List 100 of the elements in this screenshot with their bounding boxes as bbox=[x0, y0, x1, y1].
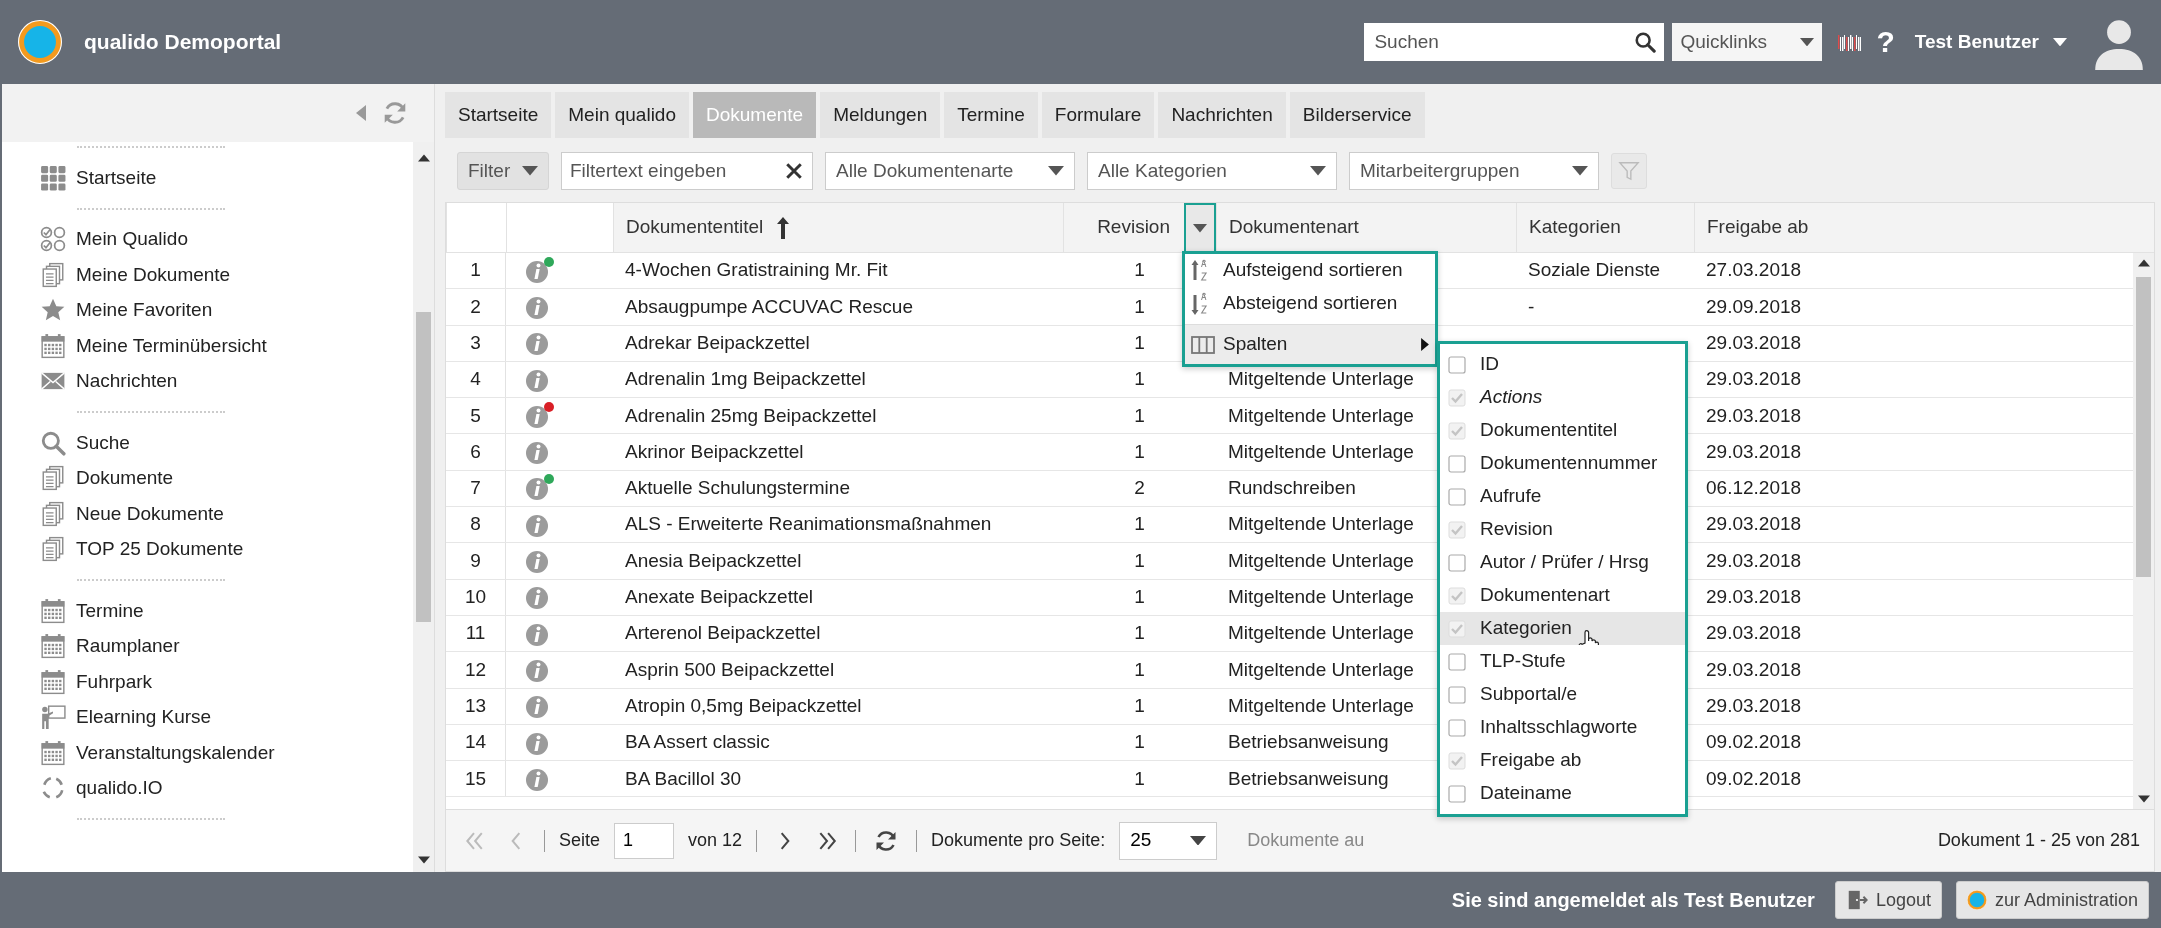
table-cell[interactable]: Adrenalin 25mg Beipackzettel bbox=[625, 401, 877, 431]
table-cell-text: 1 bbox=[1134, 548, 1145, 573]
column-option[interactable]: ID bbox=[1440, 348, 1685, 381]
checkbox[interactable] bbox=[1448, 553, 1466, 572]
filter-apply-button[interactable] bbox=[1611, 153, 1647, 189]
column-header[interactable]: Revision bbox=[1063, 203, 1216, 252]
tab[interactable]: Mein qualido bbox=[555, 92, 689, 138]
table-cell[interactable]: Adrenalin 1mg Beipackzettel bbox=[625, 365, 866, 394]
sidebar-item[interactable]: TOP 25 Dokumente bbox=[40, 531, 413, 567]
table-cell[interactable]: BA Bacillol 30 bbox=[625, 764, 742, 794]
row-number: 15 bbox=[446, 761, 506, 797]
column-option[interactable]: Actions bbox=[1440, 381, 1685, 414]
column-option[interactable]: Autor / Prüfer / Hrsg bbox=[1440, 546, 1685, 579]
table-cell[interactable]: Aktuelle Schulungstermine bbox=[625, 474, 850, 503]
column-header[interactable]: Freigabe ab bbox=[1694, 203, 2154, 252]
table-cell[interactable]: Asprin 500 Beipackzettel bbox=[625, 655, 835, 685]
column-option[interactable]: Dokumententitel bbox=[1440, 414, 1685, 447]
column-option[interactable]: Inhaltsschlagworte bbox=[1440, 711, 1685, 744]
page-size-select[interactable]: 25 bbox=[1119, 821, 1218, 860]
column-option[interactable]: Freigabe ab bbox=[1440, 744, 1685, 777]
row-number: 6 bbox=[446, 434, 506, 470]
sidebar-item[interactable]: Fuhrpark bbox=[40, 664, 413, 700]
menu-item[interactable]: Aufsteigend sortieren bbox=[1185, 254, 1435, 287]
sidebar-item[interactable]: Meine Dokumente bbox=[40, 257, 413, 293]
filter-select[interactable]: Alle Kategorien bbox=[1087, 152, 1337, 190]
table-cell-text: 1 bbox=[1134, 693, 1145, 718]
sidebar-item[interactable]: Nachrichten bbox=[40, 363, 413, 399]
table-cell[interactable]: Atropin 0,5mg Beipackzettel bbox=[625, 691, 862, 721]
checkbox[interactable] bbox=[1448, 652, 1466, 671]
filter-text-field[interactable]: Filtertext eingeben bbox=[561, 152, 813, 190]
filter-button[interactable]: Filter bbox=[457, 152, 549, 190]
sidebar-item[interactable]: Raumplaner bbox=[40, 628, 413, 664]
calendar-icon bbox=[40, 597, 66, 624]
tab[interactable]: Bilderservice bbox=[1289, 92, 1425, 138]
checkbox[interactable] bbox=[1448, 784, 1466, 803]
table-cell-text: 1 bbox=[1134, 367, 1145, 392]
sidebar-item[interactable]: Meine Terminübersicht bbox=[40, 328, 413, 364]
help-button[interactable]: ? bbox=[1876, 27, 1895, 57]
table-cell-text: Mitgeltende Unterlage bbox=[1228, 657, 1414, 682]
quicklinks-select[interactable]: Quicklinks bbox=[1672, 23, 1823, 61]
sidebar-item[interactable]: Veranstaltungskalender bbox=[40, 735, 413, 771]
sidebar-item[interactable]: qualido.IO bbox=[40, 770, 413, 806]
page-input[interactable]: 1 bbox=[614, 822, 675, 859]
filter-select[interactable]: Alle Dokumentenarte bbox=[825, 152, 1075, 190]
column-menu-button[interactable] bbox=[1184, 203, 1216, 254]
tab[interactable]: Nachrichten bbox=[1158, 92, 1286, 138]
column-header[interactable]: Kategorien bbox=[1516, 203, 1694, 252]
user-menu[interactable]: Test Benutzer bbox=[1914, 27, 2067, 57]
checkbox[interactable] bbox=[1448, 355, 1466, 374]
sidebar-item[interactable]: Startseite bbox=[40, 160, 413, 196]
sidebar-item[interactable]: Neue Dokumente bbox=[40, 496, 413, 532]
column-option[interactable]: Dokumentennummer bbox=[1440, 447, 1685, 480]
table-cell[interactable]: 4-Wochen Gratistraining Mr. Fit bbox=[625, 256, 888, 285]
tab[interactable]: Meldungen bbox=[820, 92, 941, 138]
logout-button[interactable]: Logout bbox=[1834, 881, 1942, 919]
tab[interactable]: Formulare bbox=[1041, 92, 1155, 138]
column-option[interactable]: Dateiname bbox=[1440, 777, 1685, 810]
tab[interactable]: Startseite bbox=[445, 92, 552, 138]
sidebar-item[interactable]: Termine bbox=[40, 593, 413, 629]
table-cell-text: 29.09.2018 bbox=[1706, 294, 1802, 319]
table-cell[interactable]: Anesia Beipackzettel bbox=[625, 546, 802, 576]
table-cell-text: 29.03.2018 bbox=[1706, 585, 1802, 610]
sidebar-item[interactable]: Elearning Kurse bbox=[40, 699, 413, 735]
column-option[interactable]: Revision bbox=[1440, 513, 1685, 546]
sidebar-item[interactable]: Dokumente bbox=[40, 460, 413, 496]
column-option[interactable]: Aufrufe bbox=[1440, 480, 1685, 513]
column-header[interactable]: Dokumententitel bbox=[613, 203, 1063, 252]
table-cell[interactable]: ALS - Erweiterte Reanimationsmaßnahmen bbox=[625, 510, 992, 539]
search-field[interactable]: Suchen bbox=[1364, 23, 1665, 61]
logo-icon bbox=[1966, 890, 1987, 910]
table-cell[interactable]: BA Assert classic bbox=[625, 728, 770, 757]
admin-button[interactable]: zur Administration bbox=[1955, 881, 2149, 919]
row-number: 9 bbox=[446, 543, 506, 579]
tab[interactable]: Termine bbox=[944, 92, 1038, 138]
checkbox[interactable] bbox=[1448, 487, 1466, 506]
sidebar-item[interactable]: Meine Favoriten bbox=[40, 292, 413, 328]
table-cell-text: 27.03.2018 bbox=[1706, 258, 1802, 283]
column-option[interactable]: Kategorien bbox=[1440, 612, 1685, 645]
table-cell-text: Mitgeltende Unterlage bbox=[1228, 693, 1414, 718]
table-cell[interactable]: Arterenol Beipackzettel bbox=[625, 619, 821, 648]
checkbox[interactable] bbox=[1448, 685, 1466, 704]
scrollbar[interactable] bbox=[413, 142, 434, 872]
sidebar-item[interactable]: Mein Qualido bbox=[40, 221, 413, 257]
scroll-down-icon bbox=[2137, 795, 2150, 803]
table-cell[interactable]: Anexate Beipackzettel bbox=[625, 583, 813, 612]
filter-select[interactable]: Mitarbeitergruppen bbox=[1349, 152, 1599, 190]
checkbox[interactable] bbox=[1448, 718, 1466, 737]
column-option[interactable]: Subportal/e bbox=[1440, 678, 1685, 711]
table-cell[interactable]: Akrinor Beipackzettel bbox=[625, 437, 804, 467]
table-cell[interactable]: Absaugpumpe ACCUVAC Rescue bbox=[625, 292, 913, 322]
scrollbar[interactable] bbox=[2133, 253, 2154, 809]
table-cell-text: Mitgeltende Unterlage bbox=[1228, 621, 1414, 646]
table-cell-text: 29.03.2018 bbox=[1706, 512, 1802, 537]
sidebar-item[interactable]: Suche bbox=[40, 425, 413, 461]
checkbox[interactable] bbox=[1448, 454, 1466, 473]
column-option[interactable]: Dokumentenart bbox=[1440, 579, 1685, 612]
menu-item[interactable]: Absteigend sortieren bbox=[1185, 287, 1435, 320]
table-cell[interactable]: Adrekar Beipackzettel bbox=[625, 329, 810, 358]
menu-item[interactable]: Spalten bbox=[1185, 324, 1435, 364]
column-option[interactable]: TLP-Stufe bbox=[1440, 645, 1685, 678]
